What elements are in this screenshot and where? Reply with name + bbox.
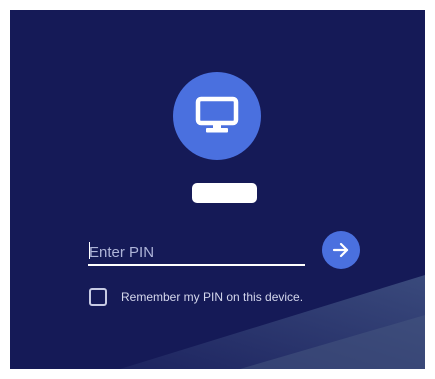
pin-input[interactable]	[88, 236, 305, 264]
login-screen: Remember my PIN on this device.	[10, 10, 425, 369]
remember-pin-label[interactable]: Remember my PIN on this device.	[121, 290, 303, 304]
arrow-right-icon	[332, 242, 349, 258]
submit-pin-button[interactable]	[322, 231, 360, 269]
user-avatar	[173, 72, 261, 160]
monitor-icon	[195, 96, 239, 133]
remember-pin-checkbox[interactable]	[89, 288, 107, 306]
remember-pin-row[interactable]: Remember my PIN on this device.	[89, 286, 303, 308]
username-redacted	[192, 183, 257, 203]
text-caret	[89, 242, 90, 259]
pin-field[interactable]	[88, 236, 305, 266]
